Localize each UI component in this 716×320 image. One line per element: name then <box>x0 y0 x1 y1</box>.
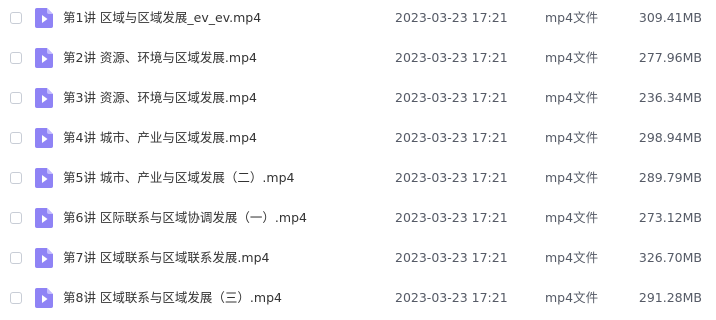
file-name[interactable]: 第1讲 区域与区域发展_ev_ev.mp4 <box>63 10 261 26</box>
video-file-icon <box>35 248 53 268</box>
video-file-icon <box>35 208 53 228</box>
file-name[interactable]: 第2讲 资源、环境与区域发展.mp4 <box>63 50 257 66</box>
file-list: 第1讲 区域与区域发展_ev_ev.mp4 2023-03-23 17:21 mp4… <box>0 0 716 320</box>
file-size: 236.34MB <box>638 90 702 105</box>
video-file-icon <box>35 168 53 188</box>
file-size: 289.79MB <box>638 170 702 185</box>
file-name[interactable]: 第7讲 区域联系与区域联系发展.mp4 <box>63 250 269 266</box>
file-size: 309.41MB <box>638 10 702 25</box>
file-type: mp4文件 <box>545 130 599 145</box>
row-checkbox[interactable] <box>10 212 22 224</box>
video-file-icon <box>35 88 53 108</box>
file-name[interactable]: 第8讲 区域联系与区域发展（三）.mp4 <box>63 290 282 306</box>
file-modified-date: 2023-03-23 17:21 <box>395 170 508 185</box>
video-file-icon <box>35 128 53 148</box>
file-type: mp4文件 <box>545 10 599 25</box>
row-checkbox[interactable] <box>10 172 22 184</box>
row-checkbox[interactable] <box>10 292 22 304</box>
file-size: 298.94MB <box>638 130 702 145</box>
file-modified-date: 2023-03-23 17:21 <box>395 90 508 105</box>
video-file-icon <box>35 8 53 28</box>
file-modified-date: 2023-03-23 17:21 <box>395 130 508 145</box>
file-modified-date: 2023-03-23 17:21 <box>395 210 508 225</box>
file-row[interactable]: 第5讲 城市、产业与区域发展（二）.mp4 2023-03-23 17:21 mp4… <box>0 160 716 200</box>
file-type: mp4文件 <box>545 250 599 265</box>
row-checkbox[interactable] <box>10 132 22 144</box>
file-name[interactable]: 第5讲 城市、产业与区域发展（二）.mp4 <box>63 170 294 186</box>
file-row[interactable]: 第2讲 资源、环境与区域发展.mp4 2023-03-23 17:21 mp4文件 2… <box>0 40 716 80</box>
video-file-icon <box>35 288 53 308</box>
file-row[interactable]: 第4讲 城市、产业与区域发展.mp4 2023-03-23 17:21 mp4文件 2… <box>0 120 716 160</box>
file-name[interactable]: 第4讲 城市、产业与区域发展.mp4 <box>63 130 257 146</box>
file-row[interactable]: 第3讲 资源、环境与区域发展.mp4 2023-03-23 17:21 mp4文件 2… <box>0 80 716 120</box>
file-type: mp4文件 <box>545 90 599 105</box>
file-modified-date: 2023-03-23 17:21 <box>395 50 508 65</box>
file-name[interactable]: 第6讲 区际联系与区域协调发展（一）.mp4 <box>63 210 307 226</box>
file-type: mp4文件 <box>545 50 599 65</box>
file-modified-date: 2023-03-23 17:21 <box>395 250 508 265</box>
file-size: 326.70MB <box>638 250 702 265</box>
row-checkbox[interactable] <box>10 52 22 64</box>
file-row[interactable]: 第6讲 区际联系与区域协调发展（一）.mp4 2023-03-23 17:21 mp… <box>0 200 716 240</box>
row-checkbox[interactable] <box>10 92 22 104</box>
file-row[interactable]: 第7讲 区域联系与区域联系发展.mp4 2023-03-23 17:21 mp4文件… <box>0 240 716 280</box>
file-type: mp4文件 <box>545 210 599 225</box>
file-modified-date: 2023-03-23 17:21 <box>395 10 508 25</box>
file-name[interactable]: 第3讲 资源、环境与区域发展.mp4 <box>63 90 257 106</box>
file-size: 291.28MB <box>638 290 702 305</box>
file-size: 277.96MB <box>638 50 702 65</box>
file-type: mp4文件 <box>545 290 599 305</box>
file-modified-date: 2023-03-23 17:21 <box>395 290 508 305</box>
file-size: 273.12MB <box>638 210 702 225</box>
row-checkbox[interactable] <box>10 252 22 264</box>
video-file-icon <box>35 48 53 68</box>
file-row[interactable]: 第8讲 区域联系与区域发展（三）.mp4 2023-03-23 17:21 mp4文… <box>0 280 716 320</box>
row-checkbox[interactable] <box>10 12 22 24</box>
file-type: mp4文件 <box>545 170 599 185</box>
file-row[interactable]: 第1讲 区域与区域发展_ev_ev.mp4 2023-03-23 17:21 mp4… <box>0 0 716 40</box>
